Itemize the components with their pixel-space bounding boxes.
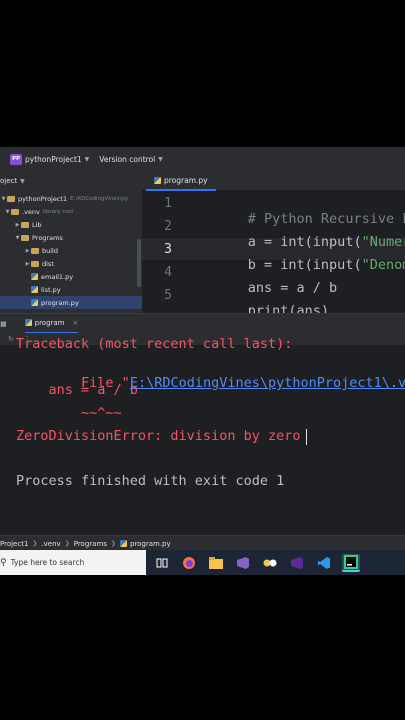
line-number: 4 [164, 265, 172, 280]
chevron-right-icon: ❯ [32, 540, 38, 547]
run-tab-label: program [34, 318, 65, 327]
process-exit-message: Process finished with exit code 1 [16, 473, 285, 489]
chevron-down-icon[interactable]: ▼ [85, 156, 90, 163]
tab-run-program[interactable]: program × [24, 314, 79, 334]
search-icon: ⚲ [0, 557, 7, 568]
status-bar-breadcrumb: Project1 ❯ .venv ❯ Programs ❯ program.py [0, 535, 405, 551]
line-number: 3 [164, 242, 172, 257]
visual-studio-icon[interactable] [288, 554, 306, 572]
traceback-header: Traceback (most recent call last): [16, 336, 293, 352]
tree-item-label: pythonProject1 [18, 194, 68, 203]
python-file-icon [31, 299, 38, 306]
tree-item-dist[interactable]: ▶ dist [0, 257, 142, 270]
file-path-link[interactable]: E:\RDCodingVines\pythonProject1\.venv\P [130, 375, 405, 391]
python-file-icon [119, 540, 127, 547]
folder-icon [31, 260, 39, 267]
tree-item-label: .venv [22, 207, 40, 216]
project-selector[interactable]: pythonProject1 [25, 155, 82, 164]
tree-item-list[interactable]: list.py [0, 283, 142, 296]
breadcrumb-item[interactable]: Programs [74, 540, 107, 548]
tree-item-label: list.py [41, 285, 61, 294]
error-message: ZeroDivisionError: division by zero [16, 428, 301, 444]
line-number: 5 [164, 288, 172, 303]
search-placeholder: Type here to search [10, 558, 85, 567]
rerun-icon[interactable]: ↻ [8, 335, 14, 343]
run-console[interactable]: Traceback (most recent call last): File … [0, 336, 405, 535]
code-editor[interactable]: 1 2 3 4 5 # Python Recursive Functi a = … [142, 191, 405, 319]
python-file-icon [24, 319, 32, 326]
folder-icon [31, 247, 39, 254]
chevron-down-icon[interactable]: ▼ [14, 235, 21, 241]
line-number: 2 [164, 219, 172, 234]
breadcrumb-item[interactable]: program.py [130, 540, 171, 548]
visual-studio-icon[interactable] [234, 554, 252, 572]
text-cursor [306, 429, 307, 445]
tree-item-programs[interactable]: ▼ Programs [0, 231, 142, 244]
file-explorer-icon[interactable] [207, 554, 225, 572]
app-icon[interactable] [261, 554, 279, 572]
firefox-icon[interactable] [180, 554, 198, 572]
tree-item-path: E:\RDCodingVines\py [70, 195, 129, 202]
breadcrumb-item[interactable]: .venv [41, 540, 60, 548]
chevron-right-icon[interactable]: ▶ [24, 248, 31, 254]
tree-item-build[interactable]: ▶ build [0, 244, 142, 257]
windows-taskbar: ⚲ Type here to search [0, 550, 405, 575]
chevron-right-icon: ❯ [64, 540, 70, 547]
task-view-icon[interactable] [153, 554, 171, 572]
python-file-icon [31, 273, 38, 280]
tree-item-label: program.py [41, 298, 79, 307]
version-control-menu[interactable]: Version control [99, 155, 155, 164]
tree-item-lib[interactable]: ▶ Lib [0, 218, 142, 231]
main-toolbar: PP pythonProject1 ▼ Version control ▼ [0, 147, 405, 171]
tree-item-program[interactable]: program.py [0, 296, 142, 309]
pycharm-icon[interactable] [342, 553, 360, 572]
code-string: "Denominato [361, 257, 405, 273]
line-number: 1 [164, 196, 172, 211]
run-icon: ■ [0, 319, 7, 328]
chevron-right-icon: ❯ [110, 540, 116, 547]
ide-window: PP pythonProject1 ▼ Version control ▼ oj… [0, 147, 405, 575]
folder-icon [21, 234, 29, 241]
taskbar-search-box[interactable]: ⚲ Type here to search [0, 550, 146, 575]
python-file-icon [31, 286, 38, 293]
tree-item-project-root[interactable]: ▼ pythonProject1 E:\RDCodingVines\py [0, 192, 142, 205]
editor-tab-bar: program.py [142, 171, 405, 191]
vscode-icon[interactable] [315, 554, 333, 572]
folder-icon [11, 208, 19, 215]
folder-icon [21, 221, 29, 228]
tree-item-label: Lib [32, 220, 42, 229]
tree-item-email1[interactable]: email1.py [0, 270, 142, 283]
tree-item-venv[interactable]: ▼ .venv library root [0, 205, 142, 218]
traceback-source-line: ans = a / b [16, 382, 138, 398]
tree-item-label: email1.py [41, 272, 74, 281]
tree-item-label: dist [42, 259, 54, 268]
chevron-down-icon[interactable]: ▼ [4, 209, 11, 215]
folder-icon [7, 195, 15, 202]
chevron-right-icon[interactable]: ▶ [14, 222, 21, 228]
close-icon[interactable]: × [73, 319, 79, 327]
project-scrollbar[interactable] [137, 239, 141, 287]
chevron-down-icon[interactable]: ▼ [158, 156, 163, 163]
project-pane-title[interactable]: oject [0, 177, 17, 185]
project-pane-header: oject ▼ [0, 171, 142, 191]
project-tree: ▼ pythonProject1 E:\RDCodingVines\py ▼ .… [0, 191, 142, 313]
tree-item-note: library root [42, 208, 74, 215]
tree-item-label: build [42, 246, 58, 255]
python-file-icon [154, 176, 161, 184]
breadcrumb-item[interactable]: Project1 [0, 540, 28, 548]
run-tool-window-header: ■ program × [0, 313, 405, 334]
tree-item-label: Programs [32, 233, 63, 242]
traceback-caret-line: ~~^~~ [16, 405, 122, 421]
tab-label: program.py [164, 175, 208, 185]
chevron-down-icon[interactable]: ▼ [20, 178, 25, 185]
chevron-right-icon[interactable]: ▶ [24, 261, 31, 267]
chevron-down-icon[interactable]: ▼ [0, 196, 7, 202]
project-badge[interactable]: PP [10, 153, 22, 165]
tab-program-py[interactable]: program.py [146, 171, 216, 191]
